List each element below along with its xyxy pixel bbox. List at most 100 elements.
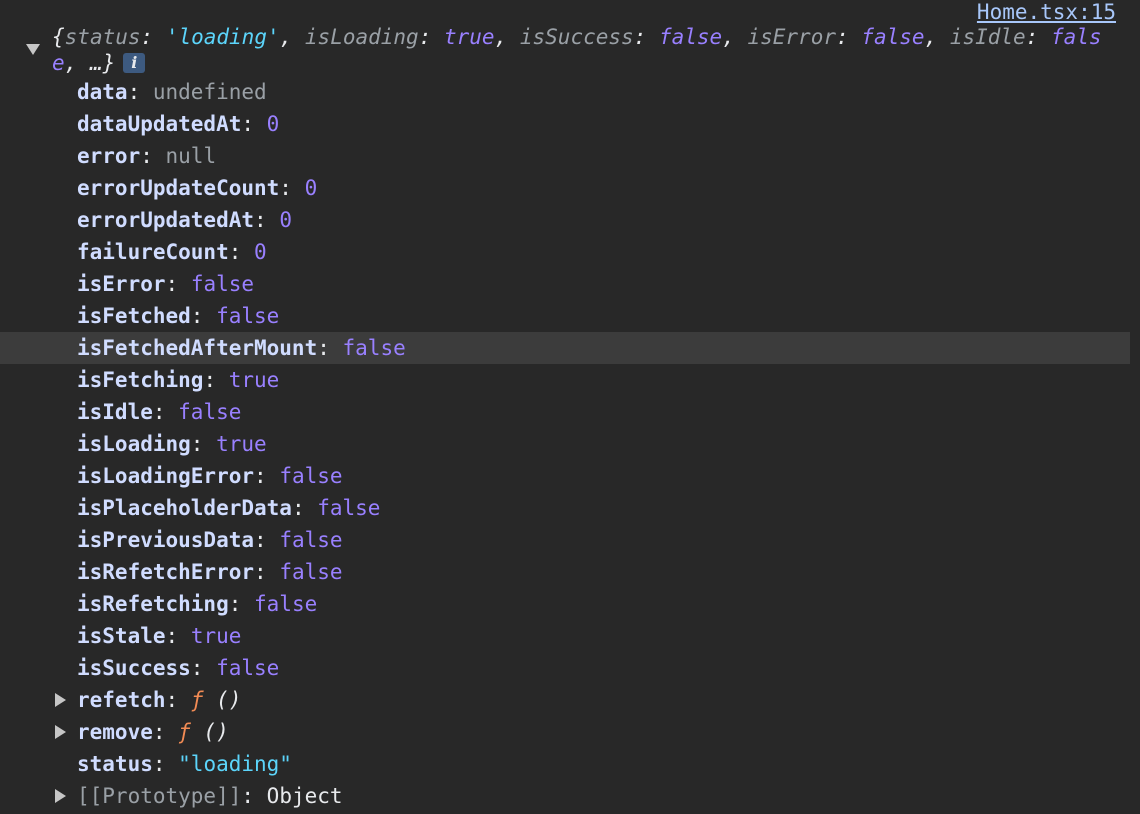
property-value: false bbox=[317, 496, 381, 520]
property-key: isPlaceholderData bbox=[77, 496, 292, 520]
expanded-triangle-icon[interactable] bbox=[26, 44, 40, 55]
property-row[interactable]: [[Prototype]]: Object bbox=[0, 780, 1130, 812]
property-key: isIdle bbox=[77, 400, 153, 424]
property-value: false bbox=[279, 528, 343, 552]
property-row[interactable]: remove: ƒ () bbox=[0, 716, 1130, 748]
property-row: isPlaceholderData: false bbox=[0, 492, 1130, 524]
property-row: failureCount: 0 bbox=[0, 236, 1130, 268]
summary-value: true bbox=[444, 25, 495, 49]
property-colon: : bbox=[190, 432, 217, 456]
property-row: isFetched: false bbox=[0, 300, 1130, 332]
property-key: isError bbox=[77, 272, 166, 296]
property-colon: : bbox=[165, 272, 191, 296]
property-key: isLoadingError bbox=[77, 464, 255, 488]
property-key: isStale bbox=[77, 624, 166, 648]
property-colon: : bbox=[254, 208, 280, 232]
property-row: errorUpdateCount: 0 bbox=[0, 172, 1130, 204]
property-key: errorUpdatedAt bbox=[77, 208, 255, 232]
property-key: data bbox=[77, 80, 128, 104]
property-key: refetch bbox=[77, 688, 166, 712]
property-colon: : bbox=[152, 400, 179, 424]
object-preview-text: {status: 'loading', isLoading: true, isS… bbox=[52, 24, 1124, 76]
property-value: false bbox=[216, 656, 280, 680]
property-key: dataUpdatedAt bbox=[77, 112, 242, 136]
property-colon: : bbox=[254, 528, 280, 552]
summary-value: false bbox=[861, 25, 925, 49]
function-label: ƒ bbox=[178, 720, 191, 744]
property-colon: : bbox=[140, 144, 166, 168]
info-icon[interactable]: i bbox=[123, 53, 146, 73]
summary-key: isError bbox=[747, 25, 836, 49]
property-key: failureCount bbox=[77, 240, 229, 264]
property-value: false bbox=[190, 272, 255, 296]
property-row: isPreviousData: false bbox=[0, 524, 1130, 556]
property-value: true bbox=[216, 432, 267, 456]
summary-key: status bbox=[64, 25, 141, 49]
summary-close-brace: } bbox=[102, 51, 116, 75]
summary-comma: , bbox=[924, 25, 950, 49]
collapsed-triangle-icon[interactable] bbox=[55, 789, 66, 803]
collapsed-triangle-icon[interactable] bbox=[55, 725, 66, 739]
function-parens: () bbox=[216, 688, 242, 712]
function-space bbox=[203, 688, 216, 712]
property-row: isRefetching: false bbox=[0, 588, 1130, 620]
property-key: isSuccess bbox=[77, 656, 191, 680]
property-key: isRefetching bbox=[77, 592, 229, 616]
property-key: remove bbox=[77, 720, 153, 744]
property-value: true bbox=[228, 368, 280, 392]
property-colon: : bbox=[254, 560, 280, 584]
property-colon: : bbox=[254, 464, 280, 488]
summary-comma: , bbox=[64, 51, 90, 75]
property-list: data: undefined dataUpdatedAt: 0 error: nu… bbox=[0, 76, 1140, 812]
summary-value: 'loading' bbox=[165, 25, 280, 49]
property-value: 0 bbox=[279, 208, 292, 232]
property-key: isFetchedAfterMount bbox=[77, 336, 318, 360]
property-row: isStale: true bbox=[0, 620, 1130, 652]
property-row: isFetchedAfterMount: false bbox=[0, 332, 1130, 364]
property-colon: : bbox=[190, 304, 217, 328]
property-value: undefined bbox=[152, 80, 267, 104]
property-colon: : bbox=[165, 688, 191, 712]
summary-colon: : bbox=[836, 25, 862, 49]
property-value: false bbox=[216, 304, 280, 328]
property-row: status: "loading" bbox=[0, 748, 1130, 780]
summary-comma: , bbox=[722, 25, 748, 49]
property-colon: : bbox=[152, 720, 179, 744]
summary-open-brace: { bbox=[52, 25, 65, 49]
property-row: isLoadingError: false bbox=[0, 460, 1130, 492]
object-summary[interactable]: {status: 'loading', isLoading: true, isS… bbox=[0, 24, 1140, 76]
summary-colon: : bbox=[1025, 25, 1051, 49]
function-label: ƒ bbox=[190, 688, 204, 712]
property-value: 0 bbox=[254, 240, 267, 264]
property-colon: : bbox=[241, 784, 267, 808]
property-row: isLoading: true bbox=[0, 428, 1130, 460]
property-row[interactable]: refetch: ƒ () bbox=[0, 684, 1130, 716]
property-value: false bbox=[178, 400, 242, 424]
property-colon: : bbox=[203, 368, 229, 392]
source-file-link[interactable]: Home.tsx:15 bbox=[977, 0, 1116, 24]
property-key: isFetched bbox=[77, 304, 191, 328]
summary-colon: : bbox=[418, 25, 444, 49]
property-row: data: undefined bbox=[0, 76, 1130, 108]
property-colon: : bbox=[279, 176, 305, 200]
property-value: true bbox=[190, 624, 242, 648]
property-key: error bbox=[77, 144, 141, 168]
property-key: isLoading bbox=[77, 432, 191, 456]
property-colon: : bbox=[228, 240, 255, 264]
property-value: false bbox=[342, 336, 406, 360]
property-key: errorUpdateCount bbox=[77, 176, 280, 200]
property-row: isIdle: false bbox=[0, 396, 1130, 428]
property-colon: : bbox=[317, 336, 343, 360]
property-row: errorUpdatedAt: 0 bbox=[0, 204, 1130, 236]
property-value: false bbox=[279, 464, 343, 488]
summary-value: false bbox=[658, 25, 723, 49]
property-key: isFetching bbox=[77, 368, 204, 392]
property-colon: : bbox=[152, 752, 179, 776]
summary-key: isIdle bbox=[949, 25, 1026, 49]
collapsed-triangle-icon[interactable] bbox=[55, 693, 66, 707]
property-colon: : bbox=[291, 496, 318, 520]
summary-key: isLoading bbox=[304, 25, 419, 49]
property-key: isRefetchError bbox=[77, 560, 255, 584]
property-key: [[Prototype]] bbox=[77, 784, 242, 808]
property-colon: : bbox=[165, 624, 191, 648]
